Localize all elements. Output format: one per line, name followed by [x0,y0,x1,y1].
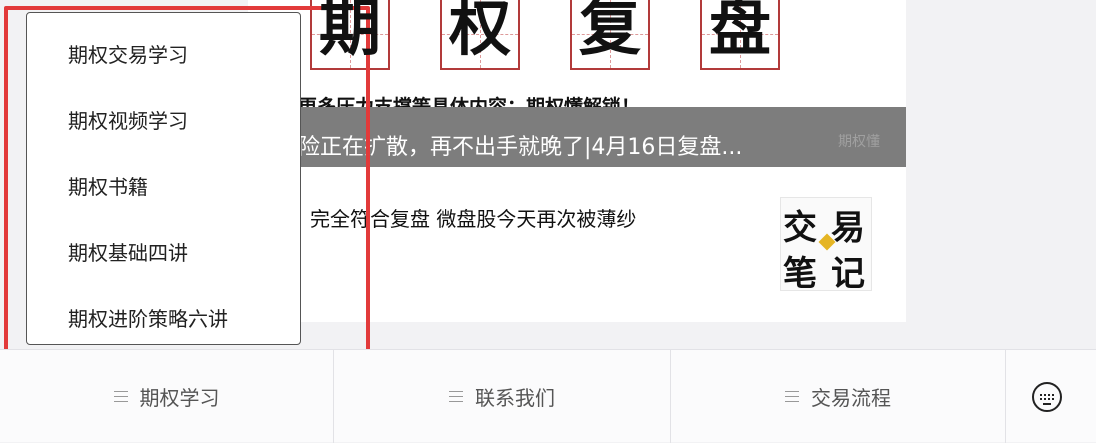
title-char: 期 [318,0,381,64]
title-image: 期 权 复 盘 [310,0,830,70]
thumbnail-char: 易 [831,208,865,248]
title-char: 盘 [708,0,771,64]
thumbnail-char: 笔 [783,254,817,294]
tab-trading-process[interactable]: 交易流程 [671,350,1005,443]
title-char-box: 期 [310,0,390,70]
article-thumbnail[interactable]: 交 易 笔 记 [780,197,872,294]
tab-label: 交易流程 [811,386,891,410]
title-char-box: 盘 [700,0,780,70]
title-char: 复 [578,0,641,64]
thumbnail-char: 交 [783,208,817,248]
thumbnail-char: 记 [831,254,865,294]
menu-item-option-basics-four-lectures[interactable]: 期权基础四讲 [68,237,188,266]
menu-item-option-advanced-six-lectures[interactable]: 期权进阶策略六讲 [68,303,228,332]
article-card[interactable]: 期 权 复 盘 更多压力支撑等具体内容：期权懂解锁！ 险正在扩散，再不出手就晚了… [248,0,906,322]
bottom-menu-bar: 期权学习 联系我们 交易流程 [0,349,1096,443]
menu-item-option-trading-study[interactable]: 期权交易学习 [68,39,188,68]
keyboard-icon[interactable] [1032,382,1062,412]
menu-icon [449,391,463,402]
title-char-box: 权 [440,0,520,70]
menu-icon [785,391,799,402]
menu-item-option-books[interactable]: 期权书籍 [68,171,148,200]
tab-option-study[interactable]: 期权学习 [0,350,333,443]
article-banner-title[interactable]: 险正在扩散，再不出手就晚了|4月16日复盘... [298,129,742,161]
tab-divider [1005,350,1006,443]
article-banner-tag: 期权懂 [838,134,880,150]
article-link-text[interactable]: 完全符合复盘 微盘股今天再次被薄纱 [310,203,636,232]
title-char: 权 [448,0,511,64]
tab-label: 联系我们 [475,386,555,410]
menu-icon [113,391,128,402]
menu-item-option-video-study[interactable]: 期权视频学习 [68,105,188,134]
tab-contact-us[interactable]: 联系我们 [334,350,670,443]
tab-label: 期权学习 [139,386,220,410]
title-char-box: 复 [570,0,650,70]
submenu-dropdown: 期权交易学习 期权视频学习 期权书籍 期权基础四讲 期权进阶策略六讲 [26,12,301,345]
